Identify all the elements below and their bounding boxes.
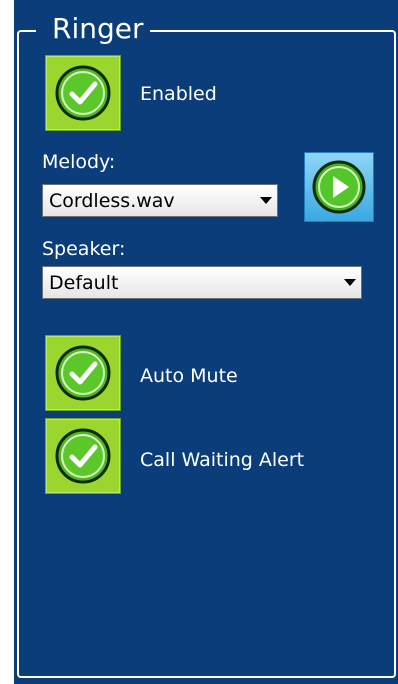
check-icon: [55, 428, 111, 484]
melody-select[interactable]: Cordless.wav: [42, 184, 278, 217]
speaker-label: Speaker:: [42, 238, 126, 260]
call-waiting-alert-checkbox[interactable]: [45, 418, 121, 494]
auto-mute-label: Auto Mute: [140, 365, 238, 387]
speaker-value: Default: [49, 271, 119, 294]
check-icon: [55, 65, 111, 121]
call-waiting-alert-label: Call Waiting Alert: [140, 449, 305, 471]
melody-value: Cordless.wav: [49, 189, 175, 212]
enabled-checkbox[interactable]: [45, 55, 121, 131]
auto-mute-checkbox[interactable]: [45, 335, 121, 411]
enabled-label: Enabled: [140, 83, 217, 105]
play-melody-button[interactable]: [304, 152, 374, 222]
speaker-select[interactable]: Default: [42, 266, 362, 299]
check-icon: [55, 345, 111, 401]
melody-label: Melody:: [42, 151, 116, 173]
chevron-down-icon: [255, 185, 277, 216]
ringer-group-title: Ringer: [36, 12, 150, 46]
chevron-down-icon: [339, 267, 361, 298]
play-icon: [312, 160, 366, 214]
